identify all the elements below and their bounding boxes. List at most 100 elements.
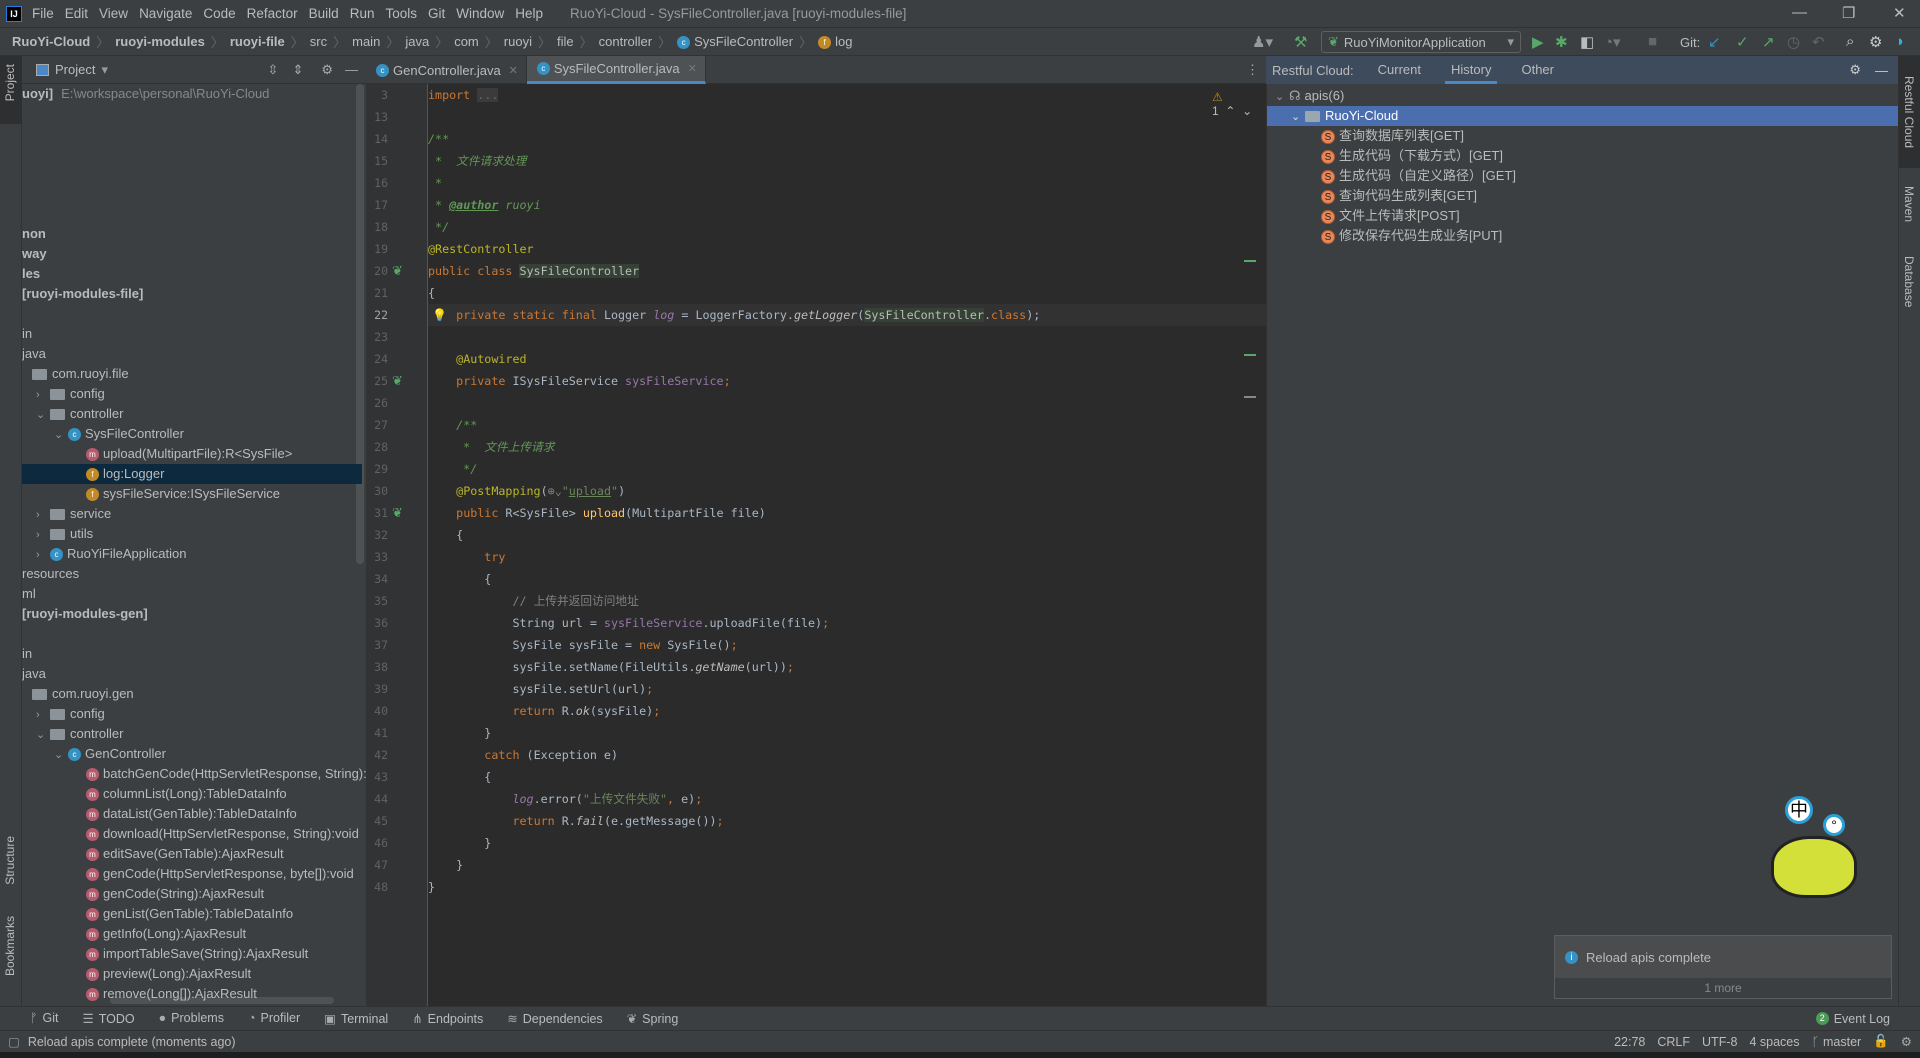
minimize-button[interactable]: — xyxy=(1792,4,1807,21)
editor-tab[interactable]: c SysFileController.java ✕ xyxy=(526,56,706,84)
chevron-right-icon[interactable]: › xyxy=(36,525,50,545)
close-tab-icon[interactable]: ✕ xyxy=(688,62,697,75)
tree-item[interactable]: › service xyxy=(22,504,362,524)
restful-tab-history[interactable]: History xyxy=(1445,56,1498,84)
tree-project-ruoyi-cloud[interactable]: ⌄ RuoYi-Cloud xyxy=(1267,106,1899,126)
git-branch[interactable]: master xyxy=(1823,1035,1861,1049)
git-update-icon[interactable]: ↙ xyxy=(1708,33,1721,51)
breadcrumb-item[interactable]: controller xyxy=(599,34,652,49)
tree-item[interactable]: com.ruoyi.file xyxy=(22,364,362,384)
tree-item[interactable]: com.ruoyi.gen xyxy=(22,684,362,704)
breadcrumb-item[interactable]: f log xyxy=(818,34,852,50)
indent-setting[interactable]: 4 spaces xyxy=(1749,1035,1799,1049)
tree-item[interactable]: › utils xyxy=(22,524,362,544)
bean-inject-icon[interactable]: ❦ xyxy=(392,370,403,392)
tool-problems[interactable]: ● Problems xyxy=(159,1011,224,1026)
tree-item[interactable]: java xyxy=(22,664,362,684)
tool-terminal[interactable]: ▣ Terminal xyxy=(324,1011,388,1026)
breadcrumb-item[interactable]: c SysFileController xyxy=(677,34,793,50)
gear-icon[interactable]: ⚙ xyxy=(1849,62,1861,78)
more-tabs-icon[interactable]: ⋮ xyxy=(1246,62,1259,78)
endpoint-icon[interactable]: ❦ xyxy=(392,502,403,524)
notification-more[interactable]: 1 more xyxy=(1555,978,1891,998)
tree-item[interactable]: ⌄ c GenController xyxy=(22,744,362,764)
breadcrumb-item[interactable]: main xyxy=(352,34,380,49)
tree-item[interactable]: m columnList(Long):TableDataInfo xyxy=(22,784,362,804)
file-encoding[interactable]: UTF-8 xyxy=(1702,1035,1737,1049)
menu-help[interactable]: Help xyxy=(515,6,543,21)
tree-item[interactable]: ml xyxy=(22,584,362,604)
line-separator[interactable]: CRLF xyxy=(1657,1035,1690,1049)
api-item[interactable]: S 生成代码（自定义路径）[GET] xyxy=(1267,166,1899,186)
tree-item[interactable]: way xyxy=(22,244,362,264)
tool-maven[interactable]: Maven xyxy=(1902,186,1916,222)
status-message[interactable]: Reload apis complete (moments ago) xyxy=(28,1035,236,1049)
hide-icon[interactable]: — xyxy=(345,62,358,77)
caret-position[interactable]: 22:78 xyxy=(1614,1035,1645,1049)
chevron-down-icon[interactable]: ⌄ xyxy=(36,725,50,745)
chevron-down-icon[interactable]: ⌄ xyxy=(54,425,68,445)
gear-icon[interactable]: ⚙ xyxy=(1869,33,1882,51)
menu-view[interactable]: View xyxy=(99,6,128,21)
tree-item[interactable]: m editSave(GenTable):AjaxResult xyxy=(22,844,362,864)
breadcrumb-item[interactable]: RuoYi-Cloud xyxy=(12,34,90,49)
tree-item[interactable]: in xyxy=(22,324,362,344)
tree-item[interactable]: › c RuoYiFileApplication xyxy=(22,544,362,564)
search-icon[interactable]: ⌕ xyxy=(1846,33,1854,50)
event-log-button[interactable]: 2 Event Log xyxy=(1815,1012,1890,1026)
intention-bulb-icon[interactable]: 💡 xyxy=(432,304,447,326)
menu-build[interactable]: Build xyxy=(309,6,339,21)
close-button[interactable]: ✕ xyxy=(1893,4,1906,22)
menu-code[interactable]: Code xyxy=(203,6,235,21)
tree-item[interactable]: › config xyxy=(22,384,362,404)
close-tab-icon[interactable]: ✕ xyxy=(509,64,518,77)
tool-git[interactable]: ᚠ Git xyxy=(30,1011,59,1026)
tool-bookmarks[interactable]: Bookmarks xyxy=(3,916,17,976)
tree-item[interactable]: [ruoyi-modules-gen] xyxy=(22,604,362,624)
breadcrumb-item[interactable]: file xyxy=(557,34,574,49)
debug-icon[interactable]: ✱ xyxy=(1555,33,1568,51)
tree-item[interactable]: m getInfo(Long):AjaxResult xyxy=(22,924,362,944)
chevron-right-icon[interactable]: › xyxy=(36,385,50,405)
tree-item[interactable]: m genCode(String):AjaxResult xyxy=(22,884,362,904)
run-icon[interactable]: ▶ xyxy=(1532,33,1544,51)
tree-item[interactable]: non xyxy=(22,224,362,244)
tool-restful-cloud[interactable]: Restful Cloud xyxy=(1902,76,1916,148)
tree-item[interactable]: m dataList(GenTable):TableDataInfo xyxy=(22,804,362,824)
tree-item[interactable]: m remove(Long[]):AjaxResult xyxy=(22,984,362,1004)
chevron-down-icon[interactable]: ⌄ xyxy=(54,745,68,765)
restful-tab-current[interactable]: Current xyxy=(1372,56,1427,84)
menu-git[interactable]: Git xyxy=(428,6,445,21)
collapse-all-icon[interactable]: ⇕ xyxy=(292,62,303,78)
chevron-down-icon[interactable]: ⌄ xyxy=(36,405,50,425)
run-config-dropdown[interactable]: ❦ RuoYiMonitorApplication ▾ xyxy=(1321,31,1521,53)
menu-run[interactable]: Run xyxy=(350,6,375,21)
api-item[interactable]: S 生成代码（下载方式）[GET] xyxy=(1267,146,1899,166)
api-item[interactable]: S 文件上传请求[POST] xyxy=(1267,206,1899,226)
tree-item[interactable]: in xyxy=(22,644,362,664)
breadcrumb-item[interactable]: ruoyi-file xyxy=(230,34,285,49)
menu-refactor[interactable]: Refactor xyxy=(247,6,298,21)
tree-item[interactable]: m genCode(HttpServletResponse, byte[]):vo… xyxy=(22,864,362,884)
tree-item[interactable]: › config xyxy=(22,704,362,724)
inspector-icon[interactable]: ⚙ xyxy=(1901,1034,1912,1049)
menu-file[interactable]: File xyxy=(32,6,54,21)
menu-edit[interactable]: Edit xyxy=(65,6,88,21)
tree-item[interactable]: ⌄ controller xyxy=(22,404,362,424)
menu-window[interactable]: Window xyxy=(456,6,504,21)
tool-todo[interactable]: ☰ TODO xyxy=(83,1011,135,1026)
git-commit-icon[interactable]: ✓ xyxy=(1736,33,1749,51)
project-view-dropdown[interactable]: Project xyxy=(55,62,95,77)
tool-dependencies[interactable]: ≋ Dependencies xyxy=(507,1011,602,1026)
tree-item[interactable]: m download(HttpServletResponse, String):v… xyxy=(22,824,362,844)
bean-class-icon[interactable]: ❦ xyxy=(392,260,403,282)
tree-item[interactable]: m genList(GenTable):TableDataInfo xyxy=(22,904,362,924)
toggle-tool-windows-icon[interactable]: ▢ xyxy=(8,1034,20,1049)
plugin-logo-icon[interactable]: ◗ xyxy=(1896,33,1905,50)
tree-item[interactable]: m upload(MultipartFile):R<SysFile> xyxy=(22,444,362,464)
tree-item[interactable]: [ruoyi-modules-file] xyxy=(22,284,362,304)
tool-endpoints[interactable]: ⋔ Endpoints xyxy=(412,1011,483,1026)
tree-item[interactable]: f sysFileService:ISysFileService xyxy=(22,484,362,504)
maximize-button[interactable]: ❐ xyxy=(1842,4,1855,22)
tree-item[interactable]: ⌄ controller xyxy=(22,724,362,744)
